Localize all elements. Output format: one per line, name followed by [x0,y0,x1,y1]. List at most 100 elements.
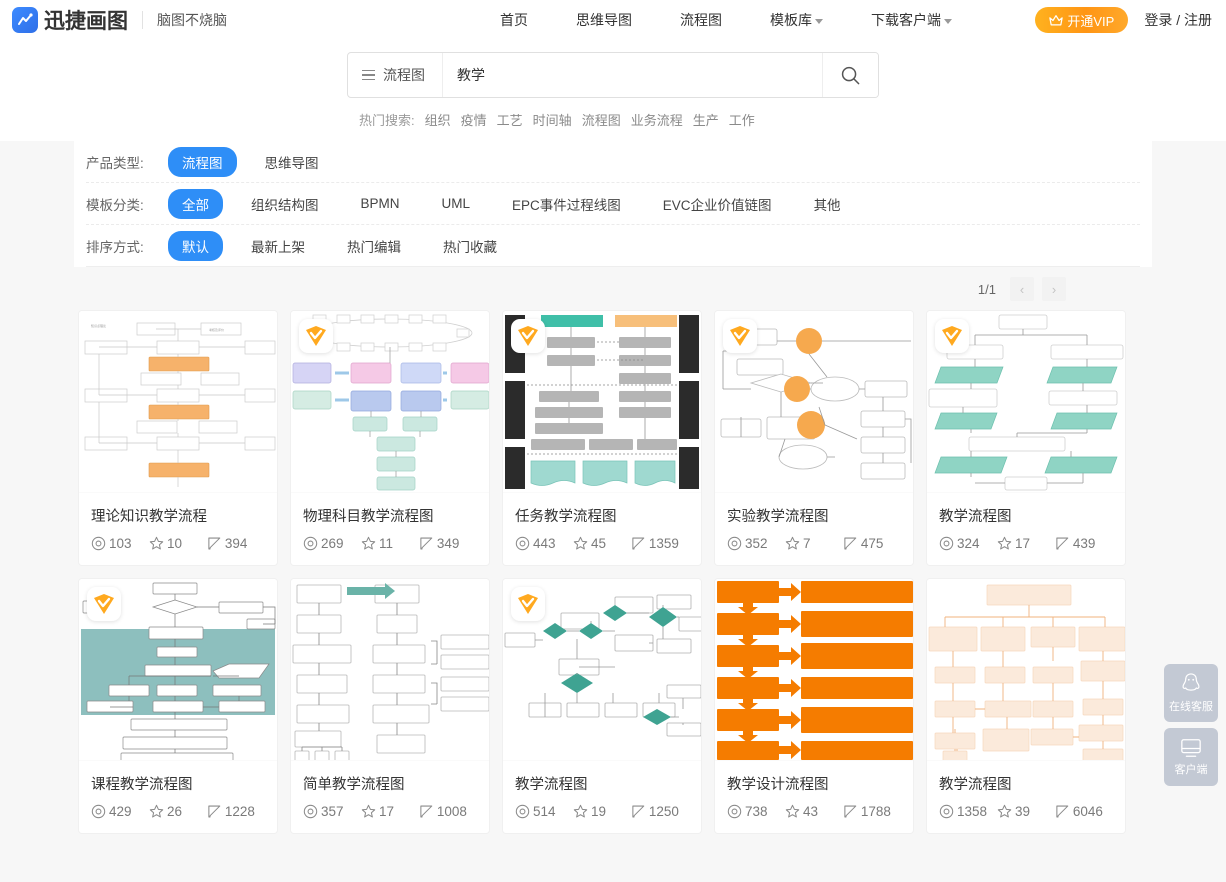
logo[interactable]: 迅捷画图 [12,5,128,35]
sort-option-newest[interactable]: 最新上架 [237,231,319,261]
views-count: 269 [321,536,344,551]
hot-tag-3[interactable]: 时间轴 [533,110,572,129]
vip-badge [299,319,333,353]
search-input[interactable] [443,53,822,97]
template-card[interactable]: 教学设计流程图 738 43 1788 [715,579,913,833]
card-stats: 324 17 439 [927,526,1125,565]
nav-item-template-library[interactable]: 模板库 [770,10,823,30]
card-title: 实验教学流程图 [727,509,829,525]
filter-option-mindmap[interactable]: 思维导图 [251,147,333,177]
hot-search-label: 热门搜索: [359,113,415,128]
header-divider [142,11,143,29]
filter-option-bpmn[interactable]: BPMN [347,191,414,216]
next-page-button[interactable]: › [1042,277,1066,301]
online-support-widget[interactable]: 在线客服 [1164,664,1218,722]
views-count: 352 [745,536,768,551]
template-thumbnail [715,311,913,493]
stat-edits: 394 [207,536,265,551]
side-widget-label: 客户端 [1174,764,1208,776]
template-card[interactable]: 实验教学流程图 352 7 475 [715,311,913,565]
prev-page-button[interactable]: ‹ [1010,277,1034,301]
sort-option-hot-edit[interactable]: 热门编辑 [333,231,415,261]
stat-stars: 7 [785,536,843,551]
template-card[interactable]: 教学流程图 324 17 439 [927,311,1125,565]
template-card[interactable]: 课程教学流程图 429 26 1228 [79,579,277,833]
template-card[interactable]: 物理科目教学流程图 269 11 349 [291,311,489,565]
search-category-selector[interactable]: 流程图 [348,53,443,97]
hot-tag-4[interactable]: 流程图 [582,110,621,129]
views-count: 738 [745,804,768,819]
template-card[interactable]: 教学流程图 514 19 1250 [503,579,701,833]
stars-count: 10 [166,536,182,551]
nav-label: 模板库 [770,12,812,28]
stat-views: 357 [303,804,361,819]
edit-icon [208,537,221,550]
hot-tag-5[interactable]: 业务流程 [631,110,683,129]
search-category-label: 流程图 [383,67,425,83]
template-card[interactable]: 教学流程图 1358 39 6046 [927,579,1125,833]
desktop-client-widget[interactable]: 客户端 [1164,728,1218,786]
edits-count: 394 [224,536,248,551]
filter-option-uml[interactable]: UML [428,191,485,216]
login-register-link[interactable]: 登录 / 注册 [1144,10,1212,30]
thumbnail-flowchart-tree [928,584,1125,760]
eye-icon [939,536,954,551]
chevron-down-icon [815,18,823,24]
template-card[interactable]: 知识点理论 考核及评价 理论知识教学流程 103 10 394 [79,311,277,565]
stat-views: 352 [727,536,785,551]
template-thumbnail [79,579,277,761]
nav-item-home[interactable]: 首页 [500,10,528,30]
edits-count: 349 [436,536,460,551]
template-thumbnail [927,579,1125,761]
filter-option-epc[interactable]: EPC事件过程线图 [498,189,635,219]
stat-views: 103 [91,536,149,551]
stat-edits: 1788 [843,804,901,819]
card-stats: 357 17 1008 [291,794,489,833]
stat-views: 514 [515,804,573,819]
vip-shield-check-icon [518,326,538,346]
nav-item-flowchart[interactable]: 流程图 [680,10,722,30]
star-icon [149,536,164,550]
hot-tag-0[interactable]: 组织 [425,110,451,129]
card-stats: 1358 39 6046 [927,794,1125,833]
open-vip-button[interactable]: 开通VIP [1035,7,1129,33]
stat-edits: 1008 [419,804,477,819]
filter-option-other[interactable]: 其他 [800,189,855,219]
nav-item-mindmap[interactable]: 思维导图 [576,10,632,30]
template-thumbnail [503,311,701,493]
edit-icon [208,805,221,818]
header-actions: 开通VIP 登录 / 注册 [1035,0,1212,40]
sort-option-default[interactable]: 默认 [168,230,223,261]
filter-option-org-chart[interactable]: 组织结构图 [237,189,333,219]
hot-tag-2[interactable]: 工艺 [497,110,523,129]
template-thumbnail [291,579,489,761]
vip-badge [723,319,757,353]
eye-icon [727,804,742,819]
hot-tag-1[interactable]: 疫情 [461,110,487,129]
filter-option-evc[interactable]: EVC企业价值链图 [649,189,786,219]
vip-shield-check-icon [942,326,962,346]
star-icon [573,536,588,550]
hamburger-icon [362,69,375,81]
hot-tag-7[interactable]: 工作 [729,110,755,129]
template-card[interactable]: 任务教学流程图 443 45 1359 [503,311,701,565]
template-thumbnail: 知识点理论 考核及评价 [79,311,277,493]
eye-icon [515,536,530,551]
stat-stars: 39 [997,804,1055,819]
sort-option-hot-favorite[interactable]: 热门收藏 [429,231,511,261]
site-header: 迅捷画图 脑图不烧脑 首页 思维导图 流程图 模板库 下载客户端 开通VIP 登… [0,0,1226,40]
stat-views: 429 [91,804,149,819]
card-title: 教学流程图 [939,777,1012,793]
search-button[interactable] [822,53,878,97]
hot-tag-6[interactable]: 生产 [693,110,719,129]
svg-text:知识点理论: 知识点理论 [91,323,106,328]
edits-count: 6046 [1072,804,1103,819]
filter-option-all[interactable]: 全部 [168,188,223,219]
nav-item-download-client[interactable]: 下载客户端 [871,10,952,30]
main-nav: 首页 思维导图 流程图 模板库 下载客户端 [500,0,952,40]
stat-views: 324 [939,536,997,551]
template-card[interactable]: 简单教学流程图 357 17 1008 [291,579,489,833]
filter-option-flowchart[interactable]: 流程图 [168,146,237,177]
stat-edits: 1228 [207,804,265,819]
vip-shield-check-icon [518,594,538,614]
